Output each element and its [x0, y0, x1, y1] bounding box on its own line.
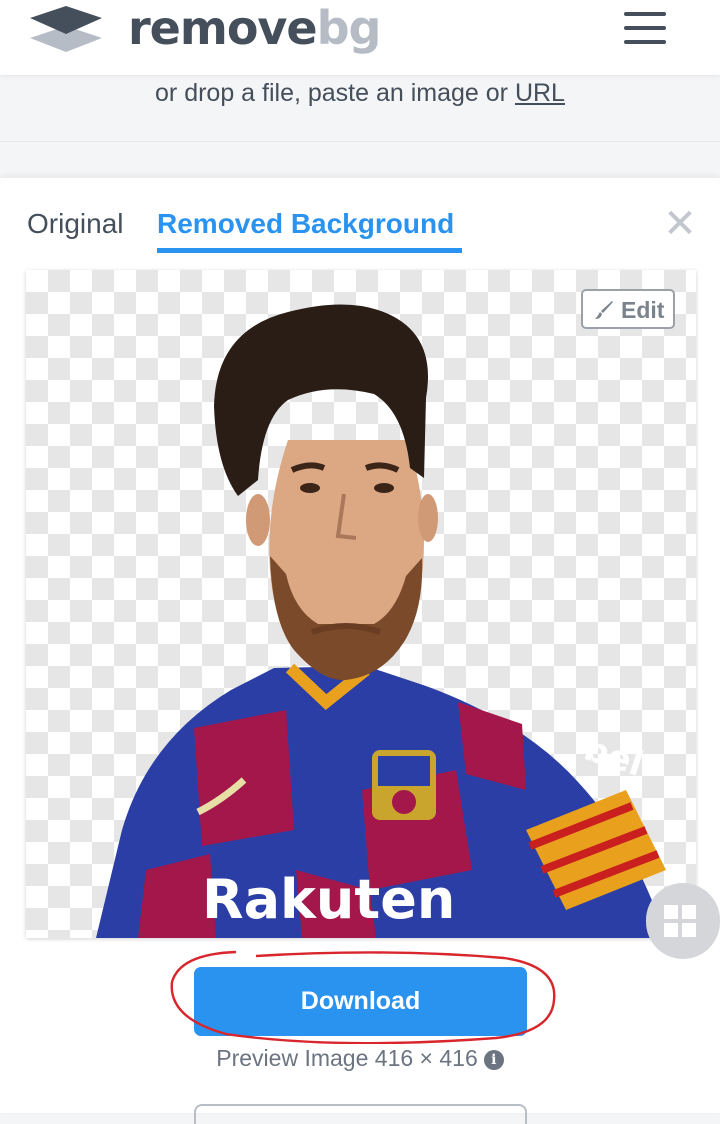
active-tab-indicator: [157, 248, 462, 253]
floating-grid-button[interactable]: [646, 883, 720, 959]
layers-icon[interactable]: [28, 2, 104, 58]
tab-original[interactable]: Original: [27, 208, 123, 240]
brush-icon: [595, 301, 613, 319]
edit-button[interactable]: Edit: [581, 289, 675, 329]
info-icon[interactable]: i: [483, 1050, 504, 1070]
download-button[interactable]: Download: [194, 967, 527, 1036]
person-cutout-image: Rakuten bel: [96, 304, 666, 938]
svg-text:bel: bel: [579, 729, 648, 785]
drop-instructions: or drop a file, paste an image or URL: [0, 79, 720, 108]
close-icon[interactable]: ✕: [662, 204, 698, 244]
transparent-preview: Rakuten bel: [26, 270, 696, 938]
grid-icon: [664, 905, 696, 937]
preview-size-text: Preview Image 416 × 416: [216, 1045, 478, 1071]
result-card: Original Removed Background ✕ Rakuten be…: [0, 178, 720, 1124]
secondary-button-edge[interactable]: [194, 1104, 527, 1124]
shirt-sponsor-text: Rakuten: [202, 868, 455, 931]
drop-text: or drop a file, paste an image or: [155, 79, 515, 107]
edit-label: Edit: [621, 297, 665, 323]
logo-word-bg: bg: [316, 1, 382, 55]
hamburger-menu-icon[interactable]: [624, 12, 668, 46]
url-link[interactable]: URL: [515, 79, 565, 107]
tab-removed-background[interactable]: Removed Background: [157, 208, 454, 240]
logo-word-remove: remove: [128, 1, 318, 55]
drop-zone[interactable]: or drop a file, paste an image or URL: [0, 75, 720, 142]
top-navigation-bar: removebg: [0, 0, 720, 75]
logo-wordmark[interactable]: removebg: [128, 0, 382, 56]
preview-info: Preview Image 416 × 416 i: [0, 1045, 720, 1072]
